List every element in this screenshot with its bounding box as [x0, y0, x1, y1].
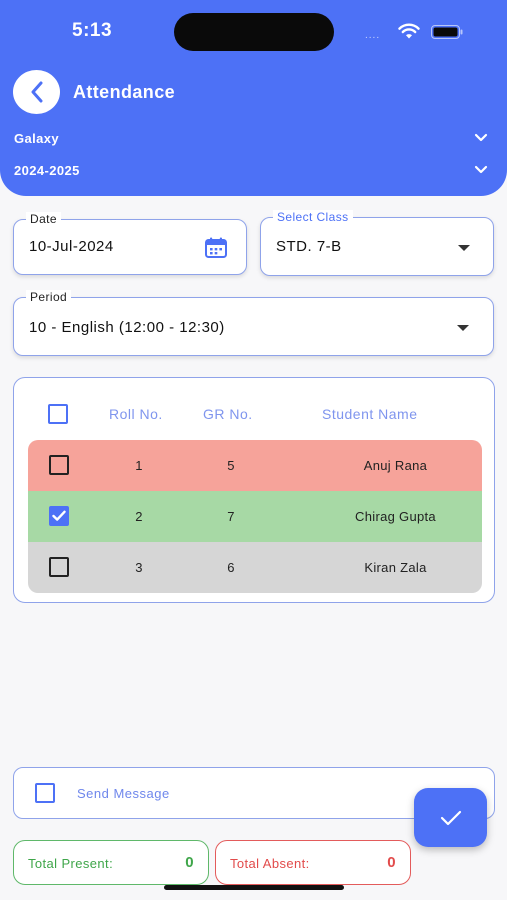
- battery-icon: [431, 25, 463, 39]
- date-field[interactable]: Date 10-Jul-2024: [13, 212, 247, 275]
- select-all-checkbox[interactable]: [48, 404, 68, 424]
- class-label: Select Class: [273, 210, 353, 224]
- send-message-label: Send Message: [77, 786, 170, 801]
- dynamic-island: [174, 13, 334, 51]
- column-header-gr: GR No.: [203, 406, 253, 422]
- row-checkbox[interactable]: [49, 506, 69, 526]
- year-selector[interactable]: 2024-2025: [14, 158, 494, 182]
- date-value: 10-Jul-2024: [29, 238, 114, 255]
- dropdown-arrow-icon: [457, 325, 469, 331]
- home-indicator: [164, 885, 344, 890]
- signal-dots: ....: [365, 30, 381, 41]
- gr-number: 5: [227, 458, 235, 473]
- school-name: Galaxy: [14, 130, 60, 146]
- attendance-table: Roll No. GR No. Student Name 1 5 Anuj Ra…: [13, 377, 495, 603]
- table-row[interactable]: 2 7 Chirag Gupta: [28, 491, 482, 542]
- period-label: Period: [26, 290, 72, 304]
- page-title: Attendance: [73, 82, 176, 102]
- chevron-down-icon: [474, 133, 488, 142]
- gr-number: 7: [227, 509, 235, 524]
- check-icon: [440, 810, 461, 825]
- table-row[interactable]: 3 6 Kiran Zala: [28, 542, 482, 593]
- roll-number: 1: [135, 458, 143, 473]
- column-header-name: Student Name: [322, 406, 418, 422]
- school-selector[interactable]: Galaxy: [14, 126, 494, 150]
- period-select[interactable]: Period 10 - English (12:00 - 12:30): [13, 290, 494, 356]
- total-absent-value: 0: [387, 854, 396, 871]
- student-name: Anuj Rana: [363, 458, 428, 473]
- status-time: 5:13: [72, 20, 113, 41]
- total-present-label: Total Present:: [28, 856, 114, 871]
- class-select[interactable]: Select Class STD. 7-B: [260, 210, 494, 276]
- student-name: Chirag Gupta: [355, 509, 436, 524]
- submit-attendance-button[interactable]: [414, 788, 487, 847]
- app-header: 5:13 .... Attendance Galaxy 2024-2025: [0, 0, 507, 196]
- table-row[interactable]: 1 5 Anuj Rana: [28, 440, 482, 491]
- chevron-left-icon: [31, 81, 42, 103]
- total-absent-badge: Total Absent: 0: [215, 840, 411, 885]
- row-checkbox[interactable]: [49, 455, 69, 475]
- chevron-down-icon: [474, 165, 488, 174]
- back-button[interactable]: [13, 70, 60, 114]
- checkmark-icon: [52, 510, 66, 521]
- class-value: STD. 7-B: [276, 238, 342, 255]
- row-checkbox[interactable]: [49, 557, 69, 577]
- total-present-badge: Total Present: 0: [13, 840, 209, 885]
- gr-number: 6: [227, 560, 235, 575]
- student-name: Kiran Zala: [364, 560, 427, 575]
- column-header-roll: Roll No.: [109, 406, 163, 422]
- academic-year: 2024-2025: [14, 162, 80, 178]
- roll-number: 3: [135, 560, 143, 575]
- dropdown-arrow-icon: [458, 245, 470, 251]
- total-present-value: 0: [185, 854, 194, 871]
- period-value: 10 - English (12:00 - 12:30): [29, 319, 225, 336]
- wifi-icon: [398, 23, 420, 39]
- calendar-icon[interactable]: [204, 237, 228, 259]
- date-label: Date: [26, 212, 61, 226]
- total-absent-label: Total Absent:: [230, 856, 310, 871]
- roll-number: 2: [135, 509, 143, 524]
- send-message-checkbox[interactable]: [35, 783, 55, 803]
